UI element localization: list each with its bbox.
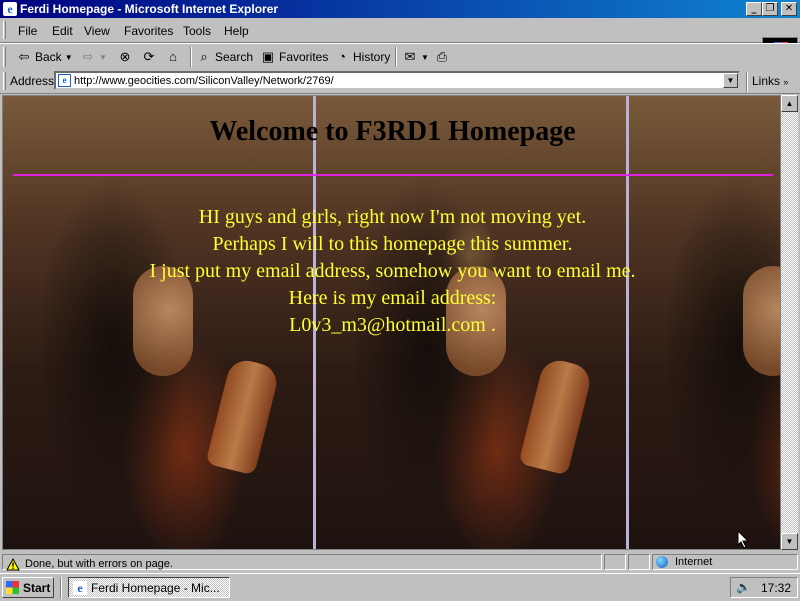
chevron-right-icon: » (783, 77, 789, 87)
message-line-4: Here is my email address: (288, 287, 497, 309)
home-button[interactable]: ⌂ (165, 48, 181, 66)
scroll-down-button[interactable]: ▼ (781, 533, 798, 550)
status-panel: Done, but with errors on page. (2, 554, 602, 571)
favorites-icon: ▣ (261, 49, 275, 64)
taskbar-item-ie[interactable]: e Ferdi Homepage - Mic... (68, 577, 230, 598)
ie-icon: e (3, 2, 17, 16)
address-label: Address (10, 74, 55, 88)
address-input[interactable] (74, 73, 714, 88)
page-icon: e (58, 74, 71, 87)
clock[interactable]: 17:32 (761, 581, 791, 595)
start-label: Start (23, 581, 51, 595)
forward-dropdown-icon[interactable]: ▼ (99, 53, 107, 62)
ie-icon: e (73, 581, 87, 595)
page-message: HI guys and girls, right now I'm not mov… (3, 204, 780, 339)
home-icon: ⌂ (169, 49, 177, 64)
close-button[interactable]: ✕ (781, 2, 797, 16)
scroll-up-button[interactable]: ▲ (781, 95, 798, 112)
system-tray: 🔈 17:32 (730, 577, 798, 598)
back-arrow-icon: ⇦ (18, 49, 30, 64)
message-line-1: HI guys and girls, right now I'm not mov… (198, 206, 587, 228)
taskbar: Start e Ferdi Homepage - Mic... 🔈 17:32 (0, 573, 800, 601)
zone-panel: Internet (652, 554, 798, 570)
status-panel-2 (604, 554, 626, 570)
forward-button[interactable]: ⇨ ▼ (80, 48, 107, 66)
message-line-3: I just put my email address, somehow you… (149, 260, 636, 282)
address-box[interactable]: e ▼ (54, 71, 740, 90)
back-dropdown-icon[interactable]: ▼ (65, 53, 73, 62)
message-line-2: Perhaps I will to this homepage this sum… (212, 233, 573, 255)
links-button[interactable]: Links » (752, 74, 788, 88)
history-button[interactable]: ◔ History (334, 48, 390, 66)
back-button[interactable]: ⇦ Back ▼ (16, 48, 73, 66)
taskbar-item-label: Ferdi Homepage - Mic... (91, 581, 220, 595)
start-button[interactable]: Start (2, 577, 54, 598)
mail-icon: ✉ (404, 49, 416, 64)
mail-button[interactable]: ✉ ▼ (402, 48, 429, 66)
favorites-button[interactable]: ▣ Favorites (260, 48, 329, 66)
page-heading: Welcome to F3RD1 Homepage (209, 116, 576, 147)
stop-button[interactable]: ⊗ (117, 48, 133, 66)
toolbar-separator-2 (395, 47, 397, 67)
toolbar-grip (3, 47, 6, 67)
status-bar: Done, but with errors on page. Internet (0, 552, 800, 572)
forward-arrow-icon: ⇨ (82, 49, 94, 64)
links-separator (746, 72, 748, 92)
search-icon: ⌕ (200, 49, 208, 64)
cursor-icon (737, 530, 750, 549)
search-label: Search (215, 50, 254, 64)
maximize-button[interactable]: ❐ (762, 2, 778, 16)
menu-help[interactable]: Help (224, 24, 249, 38)
mail-dropdown-icon[interactable]: ▼ (421, 53, 429, 62)
title-bar[interactable]: e Ferdi Homepage - Microsoft Internet Ex… (0, 0, 800, 18)
stop-icon: ⊗ (119, 49, 131, 64)
speaker-icon[interactable]: 🔈 (736, 580, 751, 594)
address-dropdown-button[interactable]: ▼ (723, 73, 738, 88)
menu-bar: File Edit View Favorites Tools Help (0, 18, 800, 59)
search-button[interactable]: ⌕ Search (196, 48, 253, 66)
minimize-button[interactable]: _ (746, 2, 762, 16)
print-button[interactable]: ⎙ (434, 48, 450, 66)
favorites-label: Favorites (279, 50, 329, 64)
address-grip (3, 72, 6, 90)
history-label: History (353, 50, 391, 64)
email-address: L0v3_m3@hotmail.com . (289, 314, 496, 336)
menu-grip (3, 21, 6, 39)
menu-tools[interactable]: Tools (183, 24, 211, 38)
back-label: Back (35, 50, 62, 64)
history-icon: ◔ (338, 49, 346, 64)
refresh-button[interactable]: ⟳ (141, 48, 157, 66)
horizontal-rule (13, 174, 773, 176)
warning-icon[interactable] (6, 558, 20, 571)
menu-edit[interactable]: Edit (52, 24, 73, 38)
zone-label: Internet (675, 556, 713, 568)
windows-flag-icon (6, 581, 19, 594)
toolbar-separator (190, 47, 192, 67)
address-bar: Address e ▼ Links » (0, 69, 800, 94)
globe-icon (656, 556, 668, 568)
menu-favorites[interactable]: Favorites (124, 24, 173, 38)
links-label: Links (752, 74, 781, 88)
page-viewport[interactable]: Welcome to F3RD1 Homepage HI guys and gi… (2, 95, 781, 550)
standard-toolbar: ⇦ Back ▼ ⇨ ▼ ⊗ ⟳ ⌂ ⌕ Search ▣ Favorites … (0, 43, 800, 71)
print-icon: ⎙ (436, 49, 448, 64)
taskbar-separator (60, 577, 62, 599)
menu-view[interactable]: View (84, 24, 110, 38)
status-text: Done, but with errors on page. (25, 558, 173, 570)
refresh-icon: ⟳ (143, 49, 155, 64)
status-panel-3 (628, 554, 650, 570)
window-title: Ferdi Homepage - Microsoft Internet Expl… (20, 2, 279, 16)
vertical-scrollbar[interactable]: ▲ ▼ (781, 95, 798, 550)
menu-file[interactable]: File (18, 24, 37, 38)
